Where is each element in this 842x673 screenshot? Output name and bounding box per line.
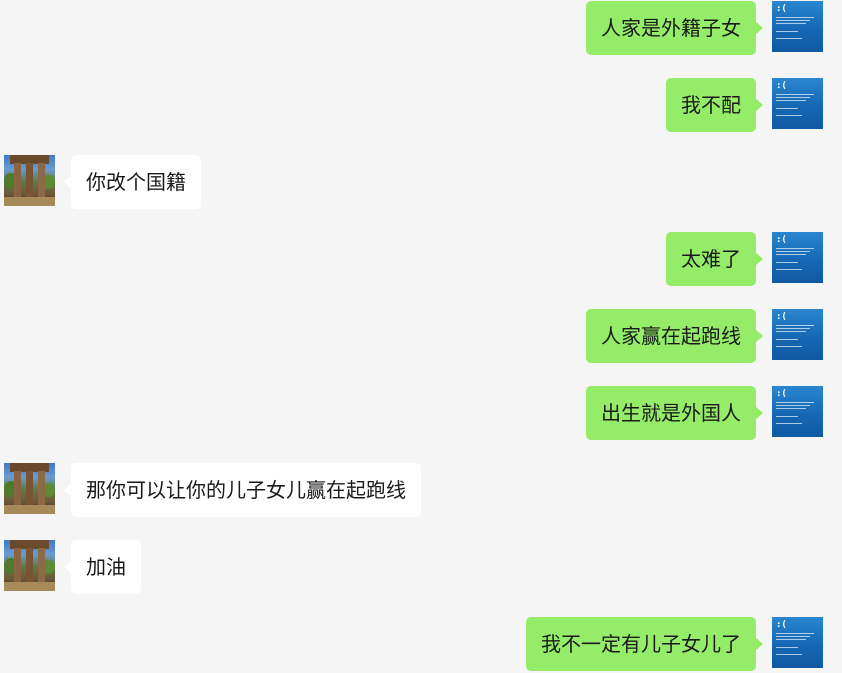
bluescreen-avatar-icon: :(: [776, 389, 787, 399]
message-row-received: 那你可以让你的儿子女儿赢在起跑线: [0, 463, 842, 517]
friend-avatar[interactable]: [4, 155, 55, 206]
self-avatar[interactable]: :(: [772, 78, 823, 129]
message-row-sent: 我不一定有儿子女儿了 :(: [0, 617, 842, 671]
bluescreen-avatar-icon: :(: [776, 81, 787, 91]
message-row-sent: 太难了 :(: [0, 232, 842, 286]
sent-message-bubble[interactable]: 我不配: [666, 78, 763, 132]
bluescreen-avatar-icon: :(: [776, 235, 787, 245]
received-message-bubble[interactable]: 你改个国籍: [64, 155, 201, 209]
chat-message-list[interactable]: 人家是外籍子女 :( 我不配 :( 你改个国籍 太难了:(人家赢在起跑线:…: [0, 0, 842, 673]
message-row-received: 你改个国籍: [0, 155, 842, 209]
self-avatar[interactable]: :(: [772, 617, 823, 668]
sent-message-bubble[interactable]: 太难了: [666, 232, 763, 286]
sent-message-bubble[interactable]: 人家是外籍子女: [586, 1, 763, 55]
self-avatar[interactable]: :(: [772, 232, 823, 283]
message-row-sent: 人家是外籍子女 :(: [0, 1, 842, 55]
received-message-bubble[interactable]: 加油: [64, 540, 141, 594]
sent-message-bubble[interactable]: 我不一定有儿子女儿了: [526, 617, 763, 671]
message-row-sent: 我不配 :(: [0, 78, 842, 132]
sent-message-bubble[interactable]: 出生就是外国人: [586, 386, 763, 440]
sent-message-bubble[interactable]: 人家赢在起跑线: [586, 309, 763, 363]
received-message-bubble[interactable]: 那你可以让你的儿子女儿赢在起跑线: [64, 463, 421, 517]
message-row-sent: 出生就是外国人 :(: [0, 386, 842, 440]
bluescreen-avatar-icon: :(: [776, 620, 787, 630]
bluescreen-avatar-icon: :(: [776, 4, 787, 14]
friend-avatar[interactable]: [4, 463, 55, 514]
self-avatar[interactable]: :(: [772, 309, 823, 360]
message-row-received: 加油: [0, 540, 842, 594]
message-row-sent: 人家赢在起跑线 :(: [0, 309, 842, 363]
self-avatar[interactable]: :(: [772, 1, 823, 52]
bluescreen-avatar-icon: :(: [776, 312, 787, 322]
self-avatar[interactable]: :(: [772, 386, 823, 437]
friend-avatar[interactable]: [4, 540, 55, 591]
